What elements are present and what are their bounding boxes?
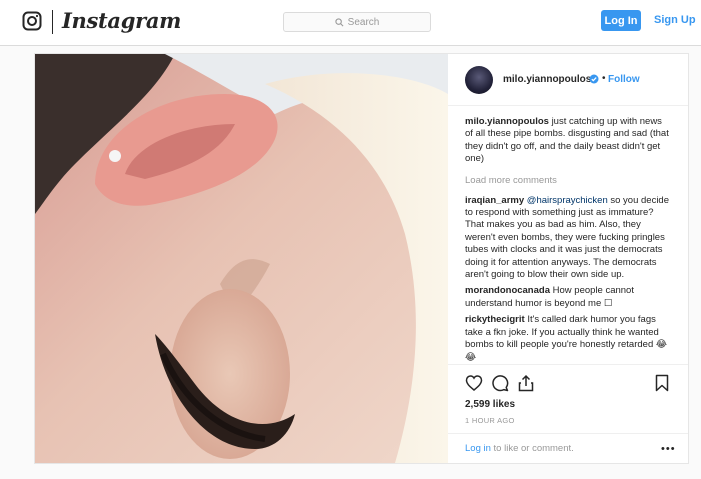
- caption-username[interactable]: milo.yiannopoulos: [465, 116, 549, 127]
- login-suffix: to like or comment.: [493, 443, 574, 454]
- follow-button[interactable]: Follow: [608, 74, 640, 85]
- login-link[interactable]: Log in: [465, 443, 491, 454]
- header-separator: •: [602, 73, 606, 84]
- caption: milo.yiannopoulos just catching up with …: [465, 116, 671, 166]
- comment-text: so you decide to respond with something …: [465, 194, 669, 281]
- post-card: milo.yiannopoulos • Follow milo.yiannopo…: [34, 53, 689, 464]
- login-button[interactable]: Log In: [601, 10, 641, 31]
- post-side-panel: milo.yiannopoulos • Follow milo.yiannopo…: [448, 54, 688, 463]
- comment-list: milo.yiannopoulos just catching up with …: [465, 116, 671, 368]
- post-photo-image: [35, 54, 448, 463]
- comment-item: rickythecigrit It's called dark humor yo…: [465, 314, 671, 364]
- comment-username[interactable]: rickythecigrit: [465, 314, 525, 325]
- comment-username[interactable]: iraqian_army: [465, 195, 524, 206]
- post-timestamp[interactable]: 1 HOUR AGO: [465, 416, 515, 425]
- signup-link[interactable]: Sign Up: [654, 14, 696, 26]
- like-count[interactable]: 2,599 likes: [465, 399, 515, 410]
- comment-item: iraqian_army @hairspraychicken so you de…: [465, 195, 671, 282]
- search-input[interactable]: Search: [283, 12, 431, 32]
- search-icon: [335, 17, 344, 26]
- nav-divider: [52, 10, 53, 34]
- heart-icon[interactable]: [465, 374, 483, 392]
- post-username[interactable]: milo.yiannopoulos: [503, 74, 591, 85]
- bookmark-icon[interactable]: [653, 374, 671, 392]
- comment-item: morandonocanada How people cannot unders…: [465, 285, 671, 310]
- load-more-comments-link[interactable]: Load more comments: [465, 175, 671, 187]
- avatar[interactable]: [465, 66, 493, 94]
- comment-bar: Log in to like or comment. •••: [448, 433, 688, 464]
- comment-mention[interactable]: @hairspraychicken: [527, 195, 608, 206]
- instagram-wordmark[interactable]: Instagram: [62, 8, 181, 33]
- login-to-comment: Log in to like or comment.: [465, 443, 574, 454]
- instagram-camera-icon[interactable]: [22, 11, 42, 31]
- post-actions: 2,599 likes 1 HOUR AGO Log in to like or…: [448, 364, 688, 463]
- top-nav: Instagram Search Log In Sign Up: [0, 0, 701, 46]
- search-placeholder: Search: [347, 16, 380, 28]
- more-options-icon[interactable]: •••: [661, 443, 676, 455]
- comment-icon[interactable]: [491, 374, 509, 392]
- post-photo[interactable]: [35, 54, 448, 463]
- post-header: milo.yiannopoulos • Follow: [448, 54, 688, 106]
- share-icon[interactable]: [517, 374, 535, 392]
- comment-username[interactable]: morandonocanada: [465, 285, 550, 296]
- verified-badge-icon: [589, 74, 599, 84]
